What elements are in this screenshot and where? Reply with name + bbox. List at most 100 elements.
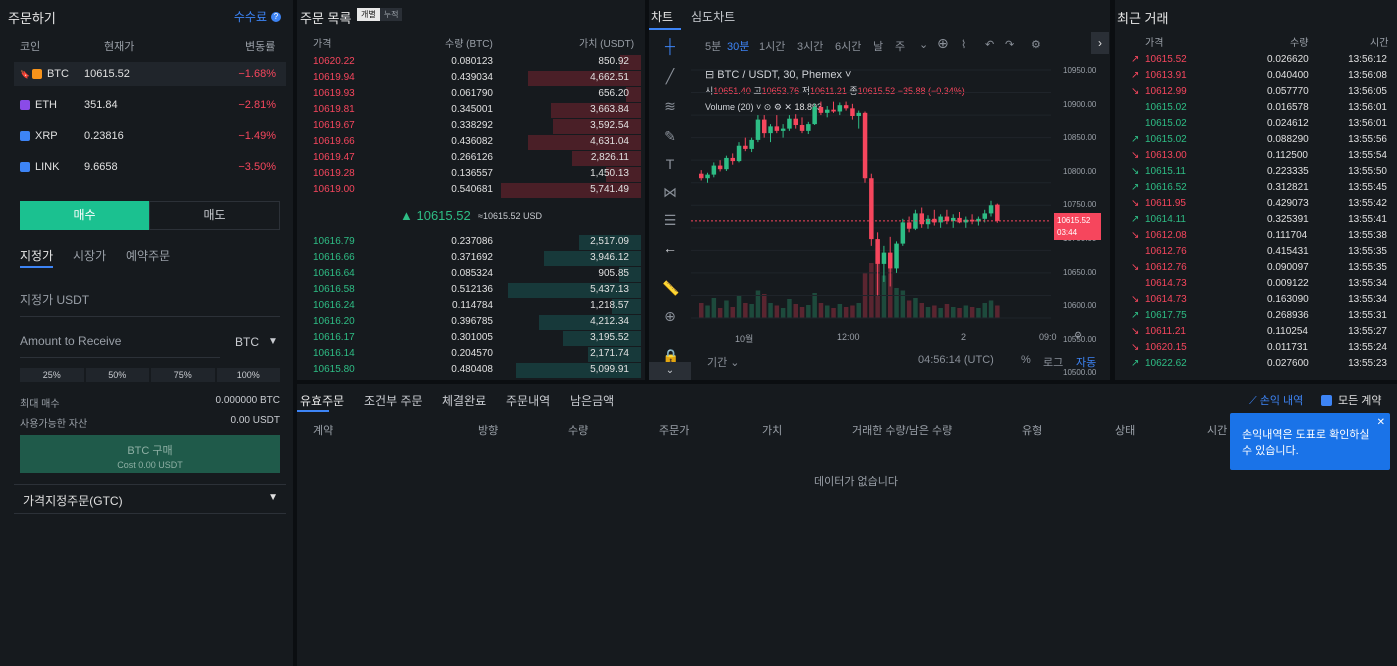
volume-bar [869, 263, 874, 318]
ask-row[interactable]: 10619.00 0.540681 5,741.49 [309, 182, 641, 198]
timeframe-4[interactable]: 6시간 [835, 38, 861, 54]
ask-row[interactable]: 10619.93 0.061790 656.20 [309, 86, 641, 102]
close-icon[interactable]: ✕ [1377, 415, 1385, 431]
last-price: ▲ 10615.52 [400, 208, 471, 223]
undo-icon[interactable]: ↶ [985, 38, 994, 51]
ask-row[interactable]: 10619.47 0.266126 2,826.11 [309, 150, 641, 166]
bid-row[interactable]: 10616.17 0.301005 3,195.52 [309, 330, 641, 346]
tab-conditional-orders[interactable]: 조건부 주문 [364, 392, 423, 409]
tab-limit-order[interactable]: 지정가 [20, 247, 53, 264]
coin-row[interactable]: ETH 351.84 −2.81% [14, 93, 286, 117]
ask-row[interactable]: 10619.66 0.436082 4,631.04 [309, 134, 641, 150]
zoom-icon[interactable]: ⊕ [662, 308, 678, 324]
timeframe-0[interactable]: 5분 [705, 38, 721, 54]
order-value: 2,517.09 [590, 236, 629, 247]
crosshair-icon[interactable]: ┼ [662, 38, 678, 54]
timeframe-1[interactable]: 30분 [727, 38, 749, 54]
ask-row[interactable]: 10619.67 0.338292 3,592.54 [309, 118, 641, 134]
trade-row: ↘ 10614.73 0.163090 13:55:34 [1129, 292, 1395, 308]
log-toggle[interactable]: 로그 [1043, 354, 1063, 370]
pattern-icon[interactable]: ⋈ [662, 184, 678, 200]
tab-depth-chart[interactable]: 심도차트 [691, 8, 735, 25]
volume-bar [837, 304, 843, 318]
tab-chart[interactable]: 차트 [651, 8, 673, 25]
volume-bar [699, 303, 704, 318]
tab-open-orders[interactable]: 유효주문 [300, 392, 344, 409]
bid-row[interactable]: 10616.24 0.114784 1,218.57 [309, 298, 641, 314]
bid-row[interactable]: 10616.66 0.371692 3,946.12 [309, 250, 641, 266]
bid-row[interactable]: 10615.80 0.480408 5,099.91 [309, 362, 641, 378]
compare-icon[interactable]: ⌇ [961, 38, 966, 51]
bookmark-icon[interactable]: 🔖 [20, 70, 30, 79]
all-contracts-checkbox[interactable]: 모든 계약 [1321, 392, 1382, 408]
settings-icon[interactable]: ⚙ [1031, 38, 1041, 51]
chevron-down-icon[interactable]: ⌄ [649, 362, 691, 380]
ask-row[interactable]: 10619.94 0.439034 4,662.51 [309, 70, 641, 86]
ask-row[interactable]: 10619.28 0.136557 1,450.13 [309, 166, 641, 182]
timeframe-6[interactable]: 주 [895, 38, 905, 54]
bid-row[interactable]: 10616.58 0.512136 5,437.13 [309, 282, 641, 298]
text-icon[interactable]: T [662, 156, 678, 172]
gear-icon[interactable]: ⚙ [1074, 330, 1082, 341]
timeframe-2[interactable]: 1시간 [759, 38, 785, 54]
pct-25-button[interactable]: 25% [20, 368, 84, 382]
bid-row[interactable]: 10616.64 0.085324 905.85 [309, 266, 641, 282]
indicator-add-icon[interactable]: ⊕ [937, 35, 949, 52]
coin-change: −1.49% [238, 130, 276, 142]
chevron-down-icon[interactable]: ⌄ [919, 38, 928, 51]
bid-row[interactable]: 10616.14 0.204570 2,171.74 [309, 346, 641, 362]
toggle-individual[interactable]: 개별 [357, 8, 380, 21]
period-select[interactable]: 기간 ⌄ [707, 354, 740, 370]
tab-conditional-order[interactable]: 예약주문 [126, 247, 170, 264]
max-buy-value: 0.000000 BTC [215, 395, 281, 406]
percent-toggle[interactable]: % [1021, 354, 1031, 366]
pct-100-button[interactable]: 100% [216, 368, 280, 382]
tab-filled[interactable]: 체결완료 [442, 392, 486, 409]
timeframe-5[interactable]: 날 [873, 38, 883, 54]
pnl-history-link[interactable]: ⟋ 손익 내역 [1249, 392, 1303, 408]
coin-row[interactable]: 🔖 BTC 10615.52 −1.68% [14, 62, 286, 86]
buy-tab[interactable]: 매수 [20, 201, 149, 230]
toggle-cumulative[interactable]: 누적 [379, 8, 403, 21]
amount-input[interactable]: Amount to Receive [20, 334, 220, 358]
tab-remaining-amount[interactable]: 남은금액 [570, 392, 614, 409]
limit-price-input[interactable]: 지정가 USDT [20, 291, 280, 317]
fee-link[interactable]: 수수료? [234, 8, 281, 25]
timeframe-3[interactable]: 3시간 [797, 38, 823, 54]
trade-qty: 0.112500 [1267, 150, 1308, 161]
trendline-icon[interactable]: ╱ [662, 68, 678, 84]
redo-icon[interactable]: ↷ [1005, 38, 1014, 51]
pct-75-button[interactable]: 75% [151, 368, 215, 382]
ruler-icon[interactable]: 📏 [662, 280, 679, 296]
back-arrow-icon[interactable]: ← [662, 240, 678, 256]
auto-toggle[interactable]: 자동 [1076, 354, 1096, 370]
coin-price: 0.23816 [84, 130, 124, 142]
order-book-title: 주문 목록 [300, 11, 352, 26]
amount-unit-select[interactable]: BTC [235, 335, 259, 349]
buy-button[interactable]: BTC 구매 Cost 0.00 USDT [20, 435, 280, 473]
ask-row[interactable]: 10620.22 0.080123 850.92 [309, 54, 641, 70]
tab-market-order[interactable]: 시장가 [73, 247, 106, 264]
chevron-down-icon[interactable]: ▼ [268, 336, 278, 347]
projection-icon[interactable]: ☰ [662, 212, 678, 228]
order-price: 10619.94 [313, 72, 355, 83]
bid-row[interactable]: 10616.79 0.237086 2,517.09 [309, 234, 641, 250]
ask-row[interactable]: 10619.81 0.345001 3,663.84 [309, 102, 641, 118]
arrow-up-icon: ↗ [1131, 310, 1140, 321]
gtc-dropdown[interactable]: 가격지정주문(GTC) ▼ [14, 484, 286, 514]
tab-order-history[interactable]: 주문내역 [506, 392, 550, 409]
order-qty: 0.061790 [451, 88, 493, 99]
coin-row[interactable]: XRP 0.23816 −1.49% [14, 124, 286, 148]
coin-change: −1.68% [238, 68, 276, 80]
pct-50-button[interactable]: 50% [85, 368, 149, 382]
candlestick-chart[interactable] [691, 58, 1051, 328]
brush-icon[interactable]: ✎ [662, 128, 678, 144]
coin-price: 9.6658 [84, 161, 118, 173]
volume-bar [913, 298, 918, 318]
coin-row[interactable]: LINK 9.6658 −3.50% [14, 155, 286, 179]
active-tab-underline [20, 266, 53, 268]
bid-row[interactable]: 10616.20 0.396785 4,212.34 [309, 314, 641, 330]
fib-icon[interactable]: ≋ [662, 98, 678, 114]
chevron-right-icon[interactable]: › [1091, 32, 1109, 54]
sell-tab[interactable]: 매도 [149, 201, 280, 230]
